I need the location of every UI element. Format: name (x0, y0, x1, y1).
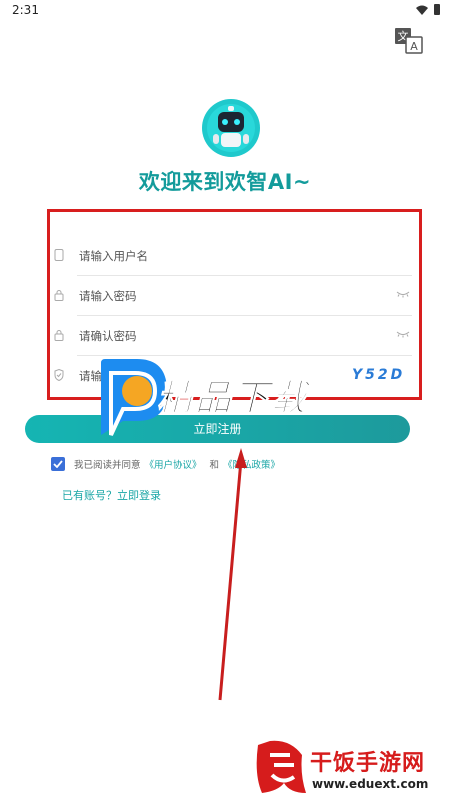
agreement-prefix: 我已阅读并同意 (74, 460, 141, 471)
lock-icon (54, 290, 64, 301)
eye-closed-icon[interactable] (396, 330, 410, 338)
username-field[interactable]: 请输入用户名 (52, 236, 412, 276)
eye-closed-icon[interactable] (396, 290, 410, 298)
shield-check-icon (54, 369, 64, 381)
confirm-password-field[interactable]: 请确认密码 (52, 316, 412, 356)
agreement-checkbox[interactable] (51, 457, 65, 471)
status-time: 2:31 (12, 3, 39, 17)
captcha-image[interactable]: Y52D (352, 367, 408, 389)
site-watermark-title: 干饭手游网 (310, 751, 426, 776)
captcha-placeholder: 请输入验证码 (79, 369, 148, 383)
lock-icon (54, 330, 64, 341)
password-placeholder: 请输入密码 (79, 289, 137, 303)
privacy-policy-link[interactable]: 《隐私政策》 (223, 457, 280, 471)
status-icons (416, 4, 440, 15)
battery-icon (434, 4, 440, 15)
site-watermark: 干饭手游网 www.eduext.com (250, 735, 450, 800)
wifi-icon (416, 5, 428, 15)
user-agreement-link[interactable]: 《用户协议》 (145, 457, 202, 471)
login-link[interactable]: 已有账号？立即登录 (62, 487, 161, 503)
robot-logo-icon (202, 99, 260, 157)
site-watermark-url: www.eduext.com (312, 777, 429, 791)
welcome-title: 欢迎来到欢智AI~ (138, 170, 312, 194)
register-button[interactable]: 立即注册 (25, 415, 410, 443)
username-placeholder: 请输入用户名 (79, 249, 148, 263)
svg-text:A: A (410, 40, 418, 53)
translate-icon[interactable]: 文 A (394, 27, 424, 55)
site-logo-icon (256, 740, 306, 793)
status-bar: 2:31 (0, 0, 450, 22)
check-icon (53, 460, 63, 468)
password-field[interactable]: 请输入密码 (52, 276, 412, 316)
phone-icon (54, 249, 64, 261)
confirm-password-placeholder: 请确认密码 (79, 329, 137, 343)
agreement-and: 和 (209, 460, 220, 471)
agreement-row: 我已阅读并同意 《用户协议》 和 《隐私政策》 (51, 456, 280, 472)
